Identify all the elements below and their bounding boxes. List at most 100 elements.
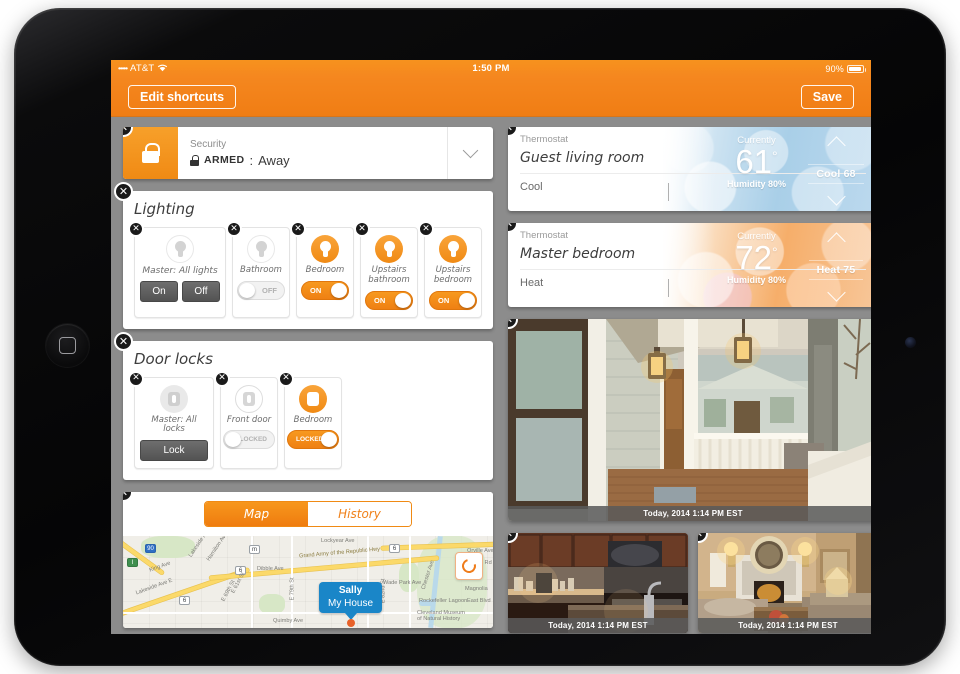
toggle-knob	[331, 282, 347, 298]
camera-card-living-room[interactable]: ✕ Today, 2014 1:14 PM EST	[698, 533, 871, 633]
thermostat-info: Thermostat Guest living room	[508, 127, 737, 211]
location-tabs-wrapper: Map History	[123, 492, 493, 537]
remove-lighting-upstairs-bedroom-button[interactable]: ✕	[418, 221, 434, 237]
remove-lock-master-button[interactable]: ✕	[128, 370, 144, 387]
remove-lock-bedroom-button[interactable]: ✕	[278, 370, 294, 387]
setpoint-decrease-button[interactable]	[826, 283, 846, 302]
map-label: Magnolia	[465, 586, 488, 593]
door-lock-tile-label: Bedroom	[293, 414, 333, 425]
pin-dot-icon	[346, 619, 355, 628]
front-porch-camera-image	[508, 319, 871, 521]
map-label: Quimby Ave	[273, 618, 304, 625]
status-bar-clock: 1:50 PM	[472, 63, 510, 74]
door-lock-tile-front-door: ✕ Front door UNLOCKED	[214, 370, 278, 470]
door-locks-title: Door locks	[134, 349, 213, 368]
thermostat-setpoint-value: Heat 75	[808, 259, 864, 280]
map-label: Wade Park Ave	[383, 580, 422, 587]
setpoint-increase-button[interactable]	[826, 136, 846, 155]
tab-history[interactable]: History	[308, 502, 411, 527]
thermostat-humidity: Humidity 80%	[726, 275, 786, 286]
map-view[interactable]: 90 I 6 6 6 m Grand Army of the Republic …	[123, 536, 493, 629]
lock-all-button[interactable]: Lock	[140, 440, 208, 462]
all-lights-off-button[interactable]: Off	[182, 281, 220, 303]
lighting-toggle-bathroom[interactable]: OFF	[237, 280, 285, 300]
padlock-icon	[299, 384, 327, 413]
door-locks-tiles: ✕ Master: All locks Lock ✕ Front door UN…	[128, 370, 482, 470]
bulb-icon	[166, 235, 194, 263]
status-bar-left: ••••• AT&T	[118, 63, 168, 75]
lighting-toggle-upstairs-bedroom[interactable]: ON	[429, 290, 477, 310]
remove-lighting-master-button[interactable]: ✕	[128, 221, 144, 237]
toggle-state-label: ON	[374, 295, 386, 305]
map-highway-shield: 90	[145, 544, 156, 554]
toggle-state-label: ON	[438, 295, 450, 305]
remove-lighting-bathroom-button[interactable]: ✕	[226, 221, 242, 237]
thermostat-card-master-bedroom: ✕ Thermostat Master bedroom Heat Current…	[508, 223, 871, 307]
map-label: East Blvd	[467, 598, 491, 605]
door-lock-master-label: Master: All locks	[151, 414, 197, 435]
door-lock-tile-label: Front door	[226, 414, 272, 425]
left-column: ✕ Security ARMED: Away ✕ Lighting ✕ Mast…	[114, 127, 493, 634]
door-locks-card: ✕ Door locks ✕ Master: All locks Lock ✕ …	[114, 331, 493, 481]
setpoint-decrease-button[interactable]	[826, 187, 846, 206]
security-card[interactable]: ✕ Security ARMED: Away	[123, 127, 493, 179]
location-pin-callout: Sally My House	[319, 582, 383, 614]
camera-timestamp: Today, 2014 1:14 PM EST	[698, 618, 871, 633]
remove-lighting-bedroom-button[interactable]: ✕	[290, 221, 306, 237]
security-card-body: Security ARMED: Away	[178, 127, 447, 179]
setpoint-increase-button[interactable]	[826, 232, 846, 251]
thermostat-currently-label: Currently	[737, 231, 776, 242]
toggle-state-label: LOCKED	[296, 436, 324, 444]
camera-card-front-porch[interactable]: ✕ Today, 2014 1:14 PM EST	[508, 319, 871, 521]
camera-card-kitchen[interactable]: ✕ Today, 2014 1:14 PM EST	[508, 533, 688, 633]
status-bar-right: 90%	[825, 63, 866, 74]
door-lock-toggle-front-door[interactable]: UNLOCKED	[223, 430, 275, 450]
door-lock-toggle-bedroom[interactable]: LOCKED	[287, 430, 339, 450]
door-lock-master-buttons: Lock	[140, 440, 208, 462]
security-status: ARMED: Away	[190, 153, 435, 168]
right-column: ✕ Thermostat Guest living room Cool Curr…	[508, 127, 871, 634]
map-route-shield: 6	[389, 544, 400, 554]
signal-strength-icon: •••••	[118, 64, 128, 73]
all-lights-on-button[interactable]: On	[140, 281, 178, 303]
map-label: Lockyear Ave	[321, 538, 355, 545]
security-state-prefix: ARMED	[204, 154, 245, 166]
thermostat-temperature-value: 61	[735, 143, 773, 180]
map-label: E 79th St	[289, 577, 296, 601]
lighting-tile-upstairs-bathroom: ✕ Upstairs bathroom ON	[354, 221, 418, 318]
thermostat-setpoint-value: Cool 68	[808, 163, 864, 184]
lighting-toggle-upstairs-bathroom[interactable]: ON	[365, 290, 413, 310]
map-route-shield: m	[249, 545, 260, 555]
map-park	[259, 594, 285, 615]
front-camera-icon	[905, 337, 916, 348]
map-label: Cleveland Museum of Natural History	[417, 610, 465, 623]
tablet-screen: ••••• AT&T 1:50 PM 90% Edit shortcuts Sa…	[111, 60, 871, 634]
remove-lighting-upstairs-bathroom-button[interactable]: ✕	[354, 221, 370, 237]
map-label: Rockefeller Lagoon	[419, 598, 468, 605]
lighting-toggle-bedroom[interactable]: ON	[301, 280, 349, 300]
battery-percent-label: 90%	[825, 63, 844, 74]
remove-lighting-card-button[interactable]: ✕	[114, 182, 133, 201]
thermostat-room-label: Guest living room	[520, 150, 645, 166]
bulb-icon	[439, 235, 467, 263]
thermostat-temperature: 72°	[727, 241, 786, 274]
door-lock-tile-bedroom: ✕ Bedroom LOCKED	[278, 370, 342, 470]
lighting-tile-label: Upstairs bedroom	[433, 265, 473, 285]
security-expand-button[interactable]	[447, 127, 493, 179]
camera-timestamp: Today, 2014 1:14 PM EST	[508, 618, 688, 633]
edit-shortcuts-button[interactable]: Edit shortcuts	[128, 84, 237, 109]
lighting-card: ✕ Lighting ✕ Master: All lights On Off ✕…	[114, 182, 493, 329]
save-button[interactable]: Save	[800, 84, 854, 109]
lighting-title: Lighting	[134, 200, 195, 218]
thermostat-room-label: Master bedroom	[520, 246, 636, 262]
toggle-knob	[395, 292, 411, 308]
thermostat-readout: Currently 61° Humidity 80%	[727, 135, 786, 189]
tab-map[interactable]: Map	[205, 502, 308, 527]
map-refresh-button[interactable]	[455, 552, 483, 581]
remove-door-locks-card-button[interactable]: ✕	[114, 331, 133, 351]
thermostat-setpoint-control: Cool 68	[794, 127, 871, 211]
remove-lock-front-door-button[interactable]: ✕	[214, 370, 230, 387]
lighting-master-buttons: On Off	[140, 281, 220, 303]
home-button[interactable]	[46, 324, 89, 367]
location-pin[interactable]: Sally My House	[319, 582, 383, 628]
